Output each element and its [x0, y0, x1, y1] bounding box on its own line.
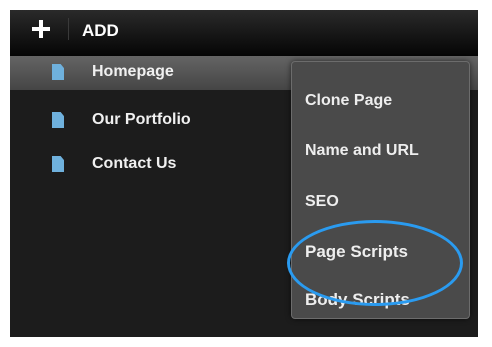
page-item-label: Our Portfolio	[92, 111, 191, 128]
add-button[interactable]: ADD	[82, 21, 119, 41]
pages-panel: ADD Homepage Our Portfolio Contact Us Cl…	[10, 10, 478, 337]
plus-icon[interactable]	[32, 20, 50, 38]
toolbar-divider	[68, 18, 69, 40]
page-icon	[52, 156, 64, 172]
page-item-our-portfolio[interactable]: Our Portfolio	[10, 106, 290, 136]
page-item-homepage[interactable]: Homepage	[10, 58, 290, 88]
page-item-label: Homepage	[92, 63, 174, 80]
menu-item-body-scripts[interactable]: Body Scripts	[305, 290, 410, 310]
pages-toolbar: ADD	[10, 10, 478, 56]
menu-item-clone-page[interactable]: Clone Page	[305, 91, 392, 111]
menu-item-name-and-url[interactable]: Name and URL	[305, 141, 419, 161]
page-item-contact-us[interactable]: Contact Us	[10, 150, 290, 180]
menu-item-page-scripts[interactable]: Page Scripts	[305, 242, 408, 262]
page-item-label: Contact Us	[92, 155, 177, 172]
menu-item-seo[interactable]: SEO	[305, 192, 339, 212]
page-context-menu: Clone Page Name and URL SEO Page Scripts…	[291, 61, 470, 319]
page-icon	[52, 64, 64, 80]
page-icon	[52, 112, 64, 128]
